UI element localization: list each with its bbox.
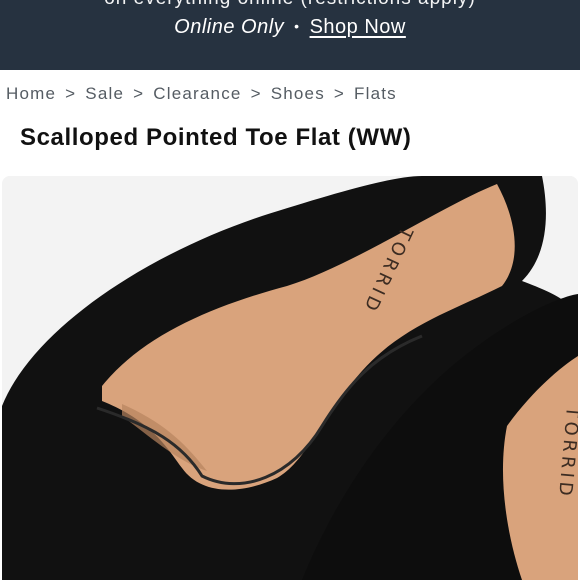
product-image[interactable]: TORRID TORRID xyxy=(2,176,578,580)
breadcrumb-clearance[interactable]: Clearance xyxy=(153,84,241,103)
promo-headline: on everything online (restrictions apply… xyxy=(0,0,580,10)
product-title: Scalloped Pointed Toe Flat (WW) xyxy=(20,124,412,151)
breadcrumb-separator: > xyxy=(133,84,145,103)
breadcrumb-flats[interactable]: Flats xyxy=(354,84,397,103)
product-photo: TORRID TORRID xyxy=(2,176,578,580)
shop-now-link[interactable]: Shop Now xyxy=(310,16,406,38)
promo-separator: • xyxy=(294,18,300,34)
breadcrumb-shoes[interactable]: Shoes xyxy=(271,84,325,103)
promo-line: Online Only • Shop Now xyxy=(0,16,580,39)
breadcrumb-separator: > xyxy=(250,84,262,103)
breadcrumb-home[interactable]: Home xyxy=(6,84,56,103)
breadcrumb-sale[interactable]: Sale xyxy=(85,84,124,103)
promo-banner: on everything online (restrictions apply… xyxy=(0,0,580,70)
promo-channel: Online Only xyxy=(174,16,285,38)
breadcrumb-separator: > xyxy=(65,84,77,103)
breadcrumb: Home > Sale > Clearance > Shoes > Flats xyxy=(6,84,397,104)
breadcrumb-separator: > xyxy=(333,84,346,103)
